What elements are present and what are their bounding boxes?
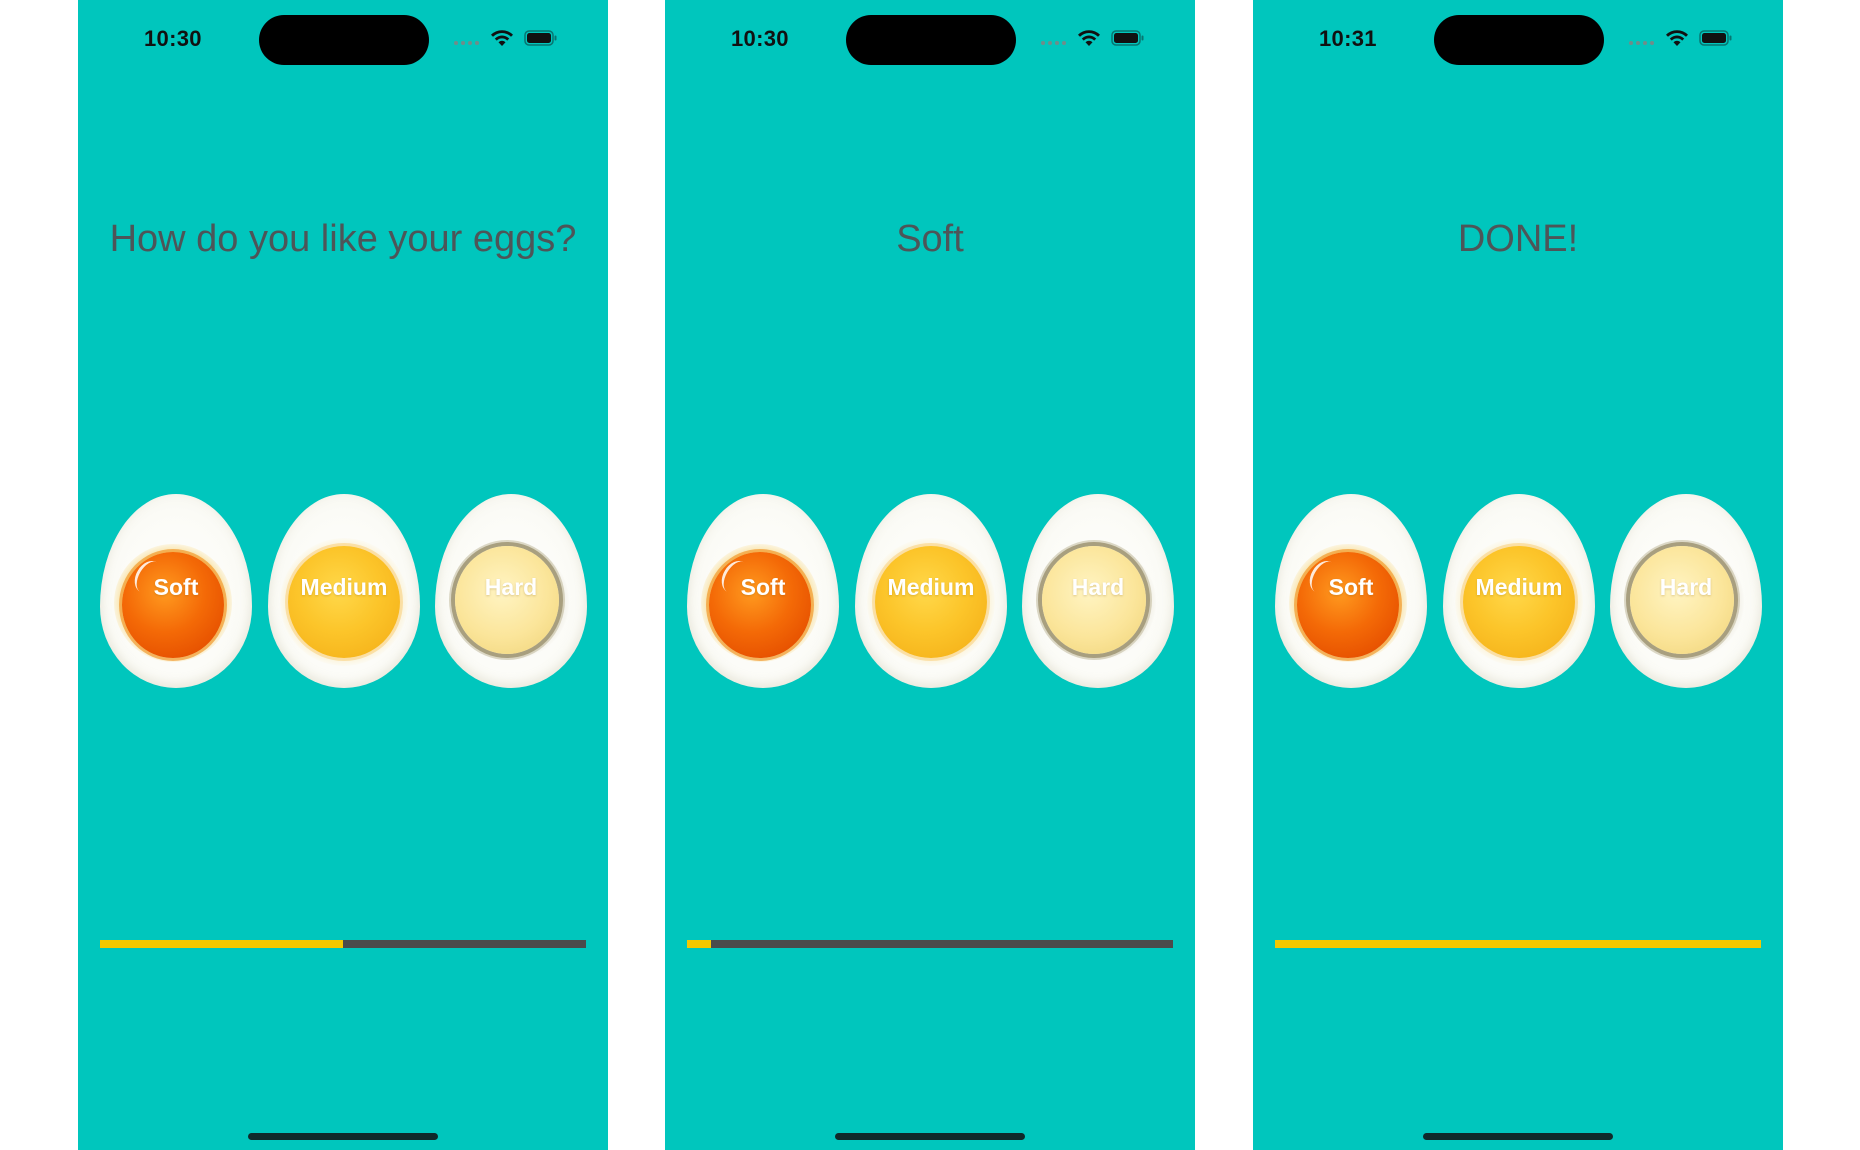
soft-boiled-egg-icon <box>709 552 811 658</box>
medium-egg-button[interactable]: Medium <box>268 494 420 688</box>
medium-egg-label: Medium <box>300 574 388 600</box>
progress-fill <box>1275 940 1761 948</box>
soft-egg-label: Soft <box>153 574 199 600</box>
progress-fill <box>687 940 712 948</box>
phone-screen-1: 10:30 How do you like your eggs? Soft Me… <box>78 0 608 1150</box>
home-indicator[interactable] <box>248 1133 438 1140</box>
soft-egg-button[interactable]: Soft <box>687 494 839 688</box>
soft-egg-button[interactable]: Soft <box>1275 494 1427 688</box>
medium-boiled-egg-icon <box>288 546 400 658</box>
cellular-signal-icon <box>1629 41 1655 45</box>
screen-title: DONE! <box>1457 218 1579 260</box>
hard-egg-button[interactable]: Hard <box>1022 494 1174 688</box>
status-time: 10:30 <box>731 26 789 51</box>
medium-boiled-egg-icon <box>1463 546 1575 658</box>
soft-boiled-egg-icon <box>122 552 224 658</box>
wifi-icon <box>491 30 513 46</box>
egg-options: Soft Medium Hard <box>78 494 608 690</box>
egg-options: Soft Medium Hard <box>1253 494 1783 690</box>
medium-boiled-egg-icon <box>875 546 987 658</box>
status-bar: 10:31 <box>1253 0 1783 80</box>
hard-egg-label: Hard <box>484 574 538 600</box>
battery-icon <box>1111 30 1144 46</box>
progress-bar <box>1275 940 1761 948</box>
egg-options: Soft Medium Hard <box>665 494 1195 690</box>
hard-egg-button[interactable]: Hard <box>1610 494 1762 688</box>
progress-fill <box>100 940 343 948</box>
status-bar: 10:30 <box>78 0 608 80</box>
home-indicator[interactable] <box>1423 1133 1613 1140</box>
phone-screen-2: 10:30 Soft Soft Medium Hard <box>665 0 1195 1150</box>
hard-egg-label: Hard <box>1071 574 1125 600</box>
status-time: 10:31 <box>1319 26 1377 51</box>
soft-boiled-egg-icon <box>1297 552 1399 658</box>
dynamic-island <box>1434 15 1604 65</box>
progress-bar <box>687 940 1173 948</box>
soft-egg-button[interactable]: Soft <box>100 494 252 688</box>
cellular-signal-icon <box>454 41 480 45</box>
battery-icon <box>1699 30 1732 46</box>
hard-egg-button[interactable]: Hard <box>435 494 587 688</box>
screenshot-canvas: 10:30 How do you like your eggs? Soft Me… <box>0 0 1860 1150</box>
status-icons <box>454 29 564 49</box>
hard-egg-label: Hard <box>1659 574 1713 600</box>
status-icons <box>1041 29 1151 49</box>
soft-egg-label: Soft <box>1328 574 1374 600</box>
status-bar: 10:30 <box>665 0 1195 80</box>
home-indicator[interactable] <box>835 1133 1025 1140</box>
medium-egg-label: Medium <box>1475 574 1563 600</box>
dynamic-island <box>259 15 429 65</box>
medium-egg-button[interactable]: Medium <box>1443 494 1595 688</box>
battery-icon <box>524 30 557 46</box>
medium-egg-label: Medium <box>887 574 975 600</box>
screen-title: Soft <box>896 218 964 260</box>
status-time: 10:30 <box>144 26 202 51</box>
dynamic-island <box>846 15 1016 65</box>
screen-title: How do you like your eggs? <box>109 218 577 260</box>
phone-screen-3: 10:31 DONE! Soft Medium Hard <box>1253 0 1783 1150</box>
status-icons <box>1629 29 1739 49</box>
soft-egg-label: Soft <box>740 574 786 600</box>
wifi-icon <box>1666 30 1688 46</box>
wifi-icon <box>1078 30 1100 46</box>
progress-bar <box>100 940 586 948</box>
cellular-signal-icon <box>1041 41 1067 45</box>
medium-egg-button[interactable]: Medium <box>855 494 1007 688</box>
